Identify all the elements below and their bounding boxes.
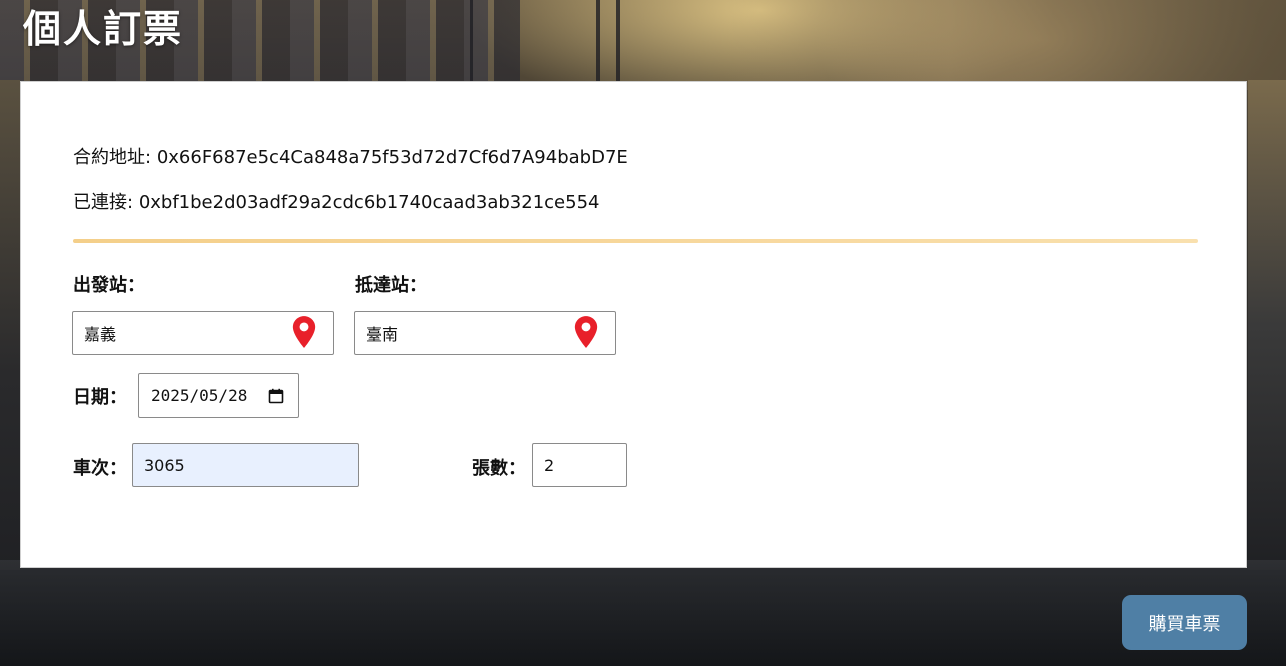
contract-address-line: 合約地址: 0x66F687e5c4Ca848a75f53d72d7Cf6d7A…	[73, 143, 628, 169]
arrival-label: 抵達站：	[355, 275, 427, 296]
background-pole	[596, 0, 600, 82]
background-left-edge	[0, 80, 20, 570]
departure-label: 出發站：	[73, 275, 145, 296]
background-pole	[616, 0, 620, 82]
background-right-edge	[1248, 80, 1286, 570]
date-value: 2025/05/28	[151, 386, 248, 405]
page-title: 個人訂票	[23, 7, 184, 51]
booking-panel: 合約地址: 0x66F687e5c4Ca848a75f53d72d7Cf6d7A…	[20, 81, 1247, 568]
map-pin-icon[interactable]	[291, 315, 317, 349]
map-pin-icon[interactable]	[573, 315, 599, 349]
background-pole	[470, 0, 473, 82]
section-divider	[73, 239, 1198, 243]
background-train-right	[726, 0, 1286, 90]
date-label: 日期：	[73, 387, 127, 408]
quantity-label: 張數：	[472, 458, 526, 479]
departure-field[interactable]	[72, 311, 334, 355]
quantity-input[interactable]	[532, 443, 627, 487]
train-number-label: 車次：	[73, 458, 127, 479]
train-number-input[interactable]	[132, 443, 359, 487]
connected-account-line: 已連接: 0xbf1be2d03adf29a2cdc6b1740caad3ab3…	[73, 188, 599, 214]
date-input[interactable]: 2025/05/28	[138, 373, 299, 418]
background-track	[0, 560, 1286, 666]
connected-account-value: 0xbf1be2d03adf29a2cdc6b1740caad3ab321ce5…	[138, 192, 600, 213]
connected-account-label: 已連接:	[73, 192, 134, 213]
calendar-icon[interactable]	[268, 388, 284, 404]
contract-address-value: 0x66F687e5c4Ca848a75f53d72d7Cf6d7A94babD…	[156, 147, 628, 168]
arrival-input[interactable]	[366, 321, 566, 345]
buy-ticket-button[interactable]: 購買車票	[1122, 595, 1247, 650]
contract-address-label: 合約地址:	[73, 147, 152, 168]
arrival-field[interactable]	[354, 311, 616, 355]
departure-input[interactable]	[84, 321, 284, 345]
